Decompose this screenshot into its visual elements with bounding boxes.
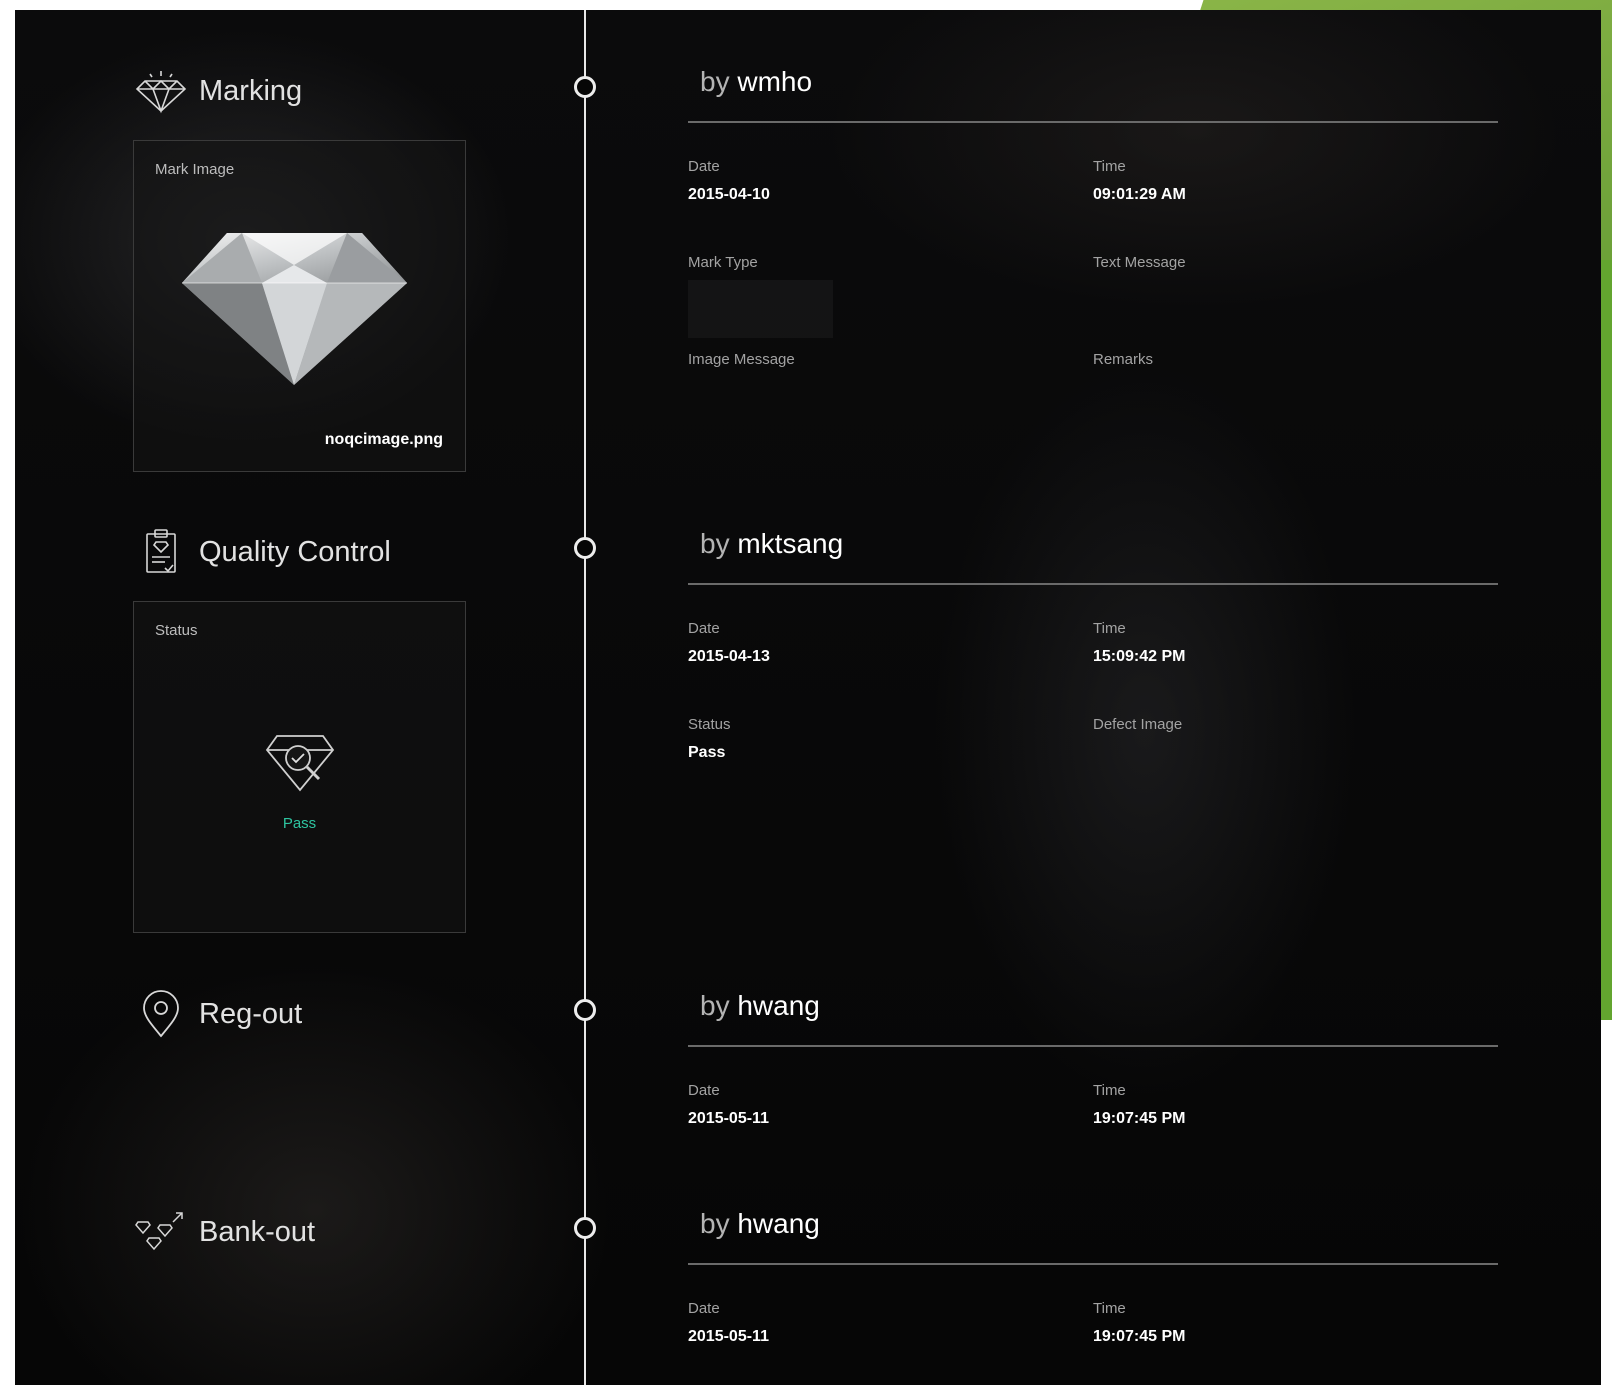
by-line: by hwang bbox=[700, 990, 820, 1022]
field-label-time: Time bbox=[1093, 1300, 1126, 1317]
by-prefix: by bbox=[700, 66, 730, 97]
username: hwang bbox=[737, 1208, 820, 1239]
field-label-time: Time bbox=[1093, 1082, 1126, 1099]
field-label-text-message: Text Message bbox=[1093, 254, 1186, 271]
by-prefix: by bbox=[700, 1208, 730, 1239]
by-prefix: by bbox=[700, 528, 730, 559]
timeline-panel: Marking Mark Image noqcimage.png by wmho… bbox=[15, 10, 1601, 1385]
section-title-reg-out: Reg-out bbox=[135, 990, 302, 1038]
card-label: Mark Image bbox=[155, 161, 235, 178]
section-title-text: Quality Control bbox=[199, 535, 391, 568]
by-line: by wmho bbox=[700, 66, 812, 98]
mark-type-placeholder bbox=[688, 280, 833, 338]
diamond-icon bbox=[135, 67, 187, 115]
field-value-time: 19:07:45 PM bbox=[1093, 1110, 1186, 1127]
timeline-node-reg-out bbox=[574, 999, 596, 1021]
field-value-date: 2015-04-13 bbox=[688, 648, 770, 665]
username: mktsang bbox=[737, 528, 844, 559]
timeline-node-bank-out bbox=[574, 1217, 596, 1239]
field-label-date: Date bbox=[688, 1082, 720, 1099]
image-filename: noqcimage.png bbox=[324, 431, 443, 448]
divider bbox=[688, 121, 1498, 123]
status-card: Status Pass bbox=[133, 601, 466, 933]
field-value-time: 09:01:29 AM bbox=[1093, 186, 1186, 203]
location-pin-icon bbox=[135, 990, 187, 1038]
section-title-text: Marking bbox=[199, 74, 303, 107]
section-title-bank-out: Bank-out bbox=[135, 1208, 315, 1256]
field-label-time: Time bbox=[1093, 158, 1126, 175]
username: wmho bbox=[737, 66, 813, 97]
field-label-date: Date bbox=[688, 158, 720, 175]
field-value-time: 19:07:45 PM bbox=[1093, 1328, 1186, 1345]
by-line: by hwang bbox=[700, 1208, 820, 1240]
diamond-inspect-icon bbox=[265, 732, 335, 801]
by-line: by mktsang bbox=[700, 528, 843, 560]
diamond-image bbox=[182, 225, 407, 390]
divider bbox=[688, 1045, 1498, 1047]
field-value-date: 2015-04-10 bbox=[688, 186, 770, 203]
divider bbox=[688, 583, 1498, 585]
by-prefix: by bbox=[700, 990, 730, 1021]
timeline-line bbox=[584, 10, 586, 1385]
timeline-node-quality-control bbox=[574, 537, 596, 559]
mark-image-card[interactable]: Mark Image noqcimage.png bbox=[133, 140, 466, 472]
field-label-status: Status bbox=[688, 716, 731, 733]
field-label-date: Date bbox=[688, 620, 720, 637]
field-label-remarks: Remarks bbox=[1093, 351, 1154, 368]
field-value-time: 15:09:42 PM bbox=[1093, 648, 1186, 665]
field-label-image-message: Image Message bbox=[688, 351, 795, 368]
divider bbox=[688, 1263, 1498, 1265]
timeline-node-marking bbox=[574, 76, 596, 98]
status-pass-text: Pass bbox=[282, 815, 317, 832]
field-value-status: Pass bbox=[688, 744, 726, 761]
field-value-date: 2015-05-11 bbox=[688, 1110, 769, 1127]
field-value-date: 2015-05-11 bbox=[688, 1328, 769, 1345]
clipboard-check-icon bbox=[135, 528, 187, 576]
username: hwang bbox=[737, 990, 820, 1021]
diamonds-out-icon bbox=[135, 1208, 187, 1256]
section-title-text: Bank-out bbox=[199, 1215, 316, 1248]
field-label-date: Date bbox=[688, 1300, 720, 1317]
card-label: Status bbox=[155, 622, 198, 639]
field-label-mark-type: Mark Type bbox=[688, 254, 758, 271]
section-title-quality-control: Quality Control bbox=[135, 528, 391, 576]
section-title-text: Reg-out bbox=[199, 997, 303, 1030]
section-title-marking: Marking bbox=[135, 67, 302, 115]
field-label-time: Time bbox=[1093, 620, 1126, 637]
field-label-defect-image: Defect Image bbox=[1093, 716, 1183, 733]
